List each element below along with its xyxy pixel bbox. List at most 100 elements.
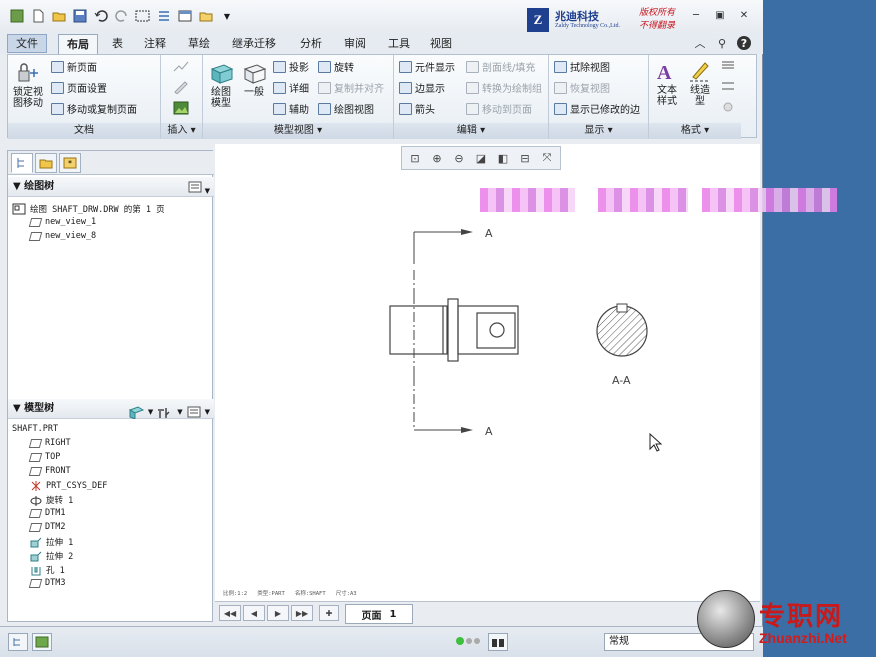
model-tree-item[interactable]: FRONT <box>28 466 71 476</box>
auxiliary-button[interactable]: 辅助 <box>273 101 309 116</box>
model-tree-item[interactable]: TOP <box>28 452 60 462</box>
open-folder-icon[interactable] <box>50 7 68 25</box>
undo-icon[interactable] <box>92 7 110 25</box>
minimize-icon[interactable]: ─ <box>689 8 703 22</box>
show-modified-edges-button[interactable]: 显示已修改的边 <box>554 101 640 116</box>
datum-plane-icon <box>28 452 43 462</box>
insert-line-button[interactable] <box>173 59 189 73</box>
model-tree-root[interactable]: SHAFT.PRT <box>12 424 58 434</box>
select-box-icon[interactable] <box>134 7 152 25</box>
drawing-tree-root[interactable]: 绘图 SHAFT_DRW.DRW 的第 1 页 <box>12 203 165 215</box>
model-tree-item[interactable]: 孔 1 <box>30 564 65 576</box>
group-model-views-label[interactable]: 模型视图 ▾ <box>203 123 393 139</box>
model-tree-item[interactable]: DTM1 <box>28 508 65 518</box>
navigator-panel: * ▼ 绘图树 ▼ 绘图 SHAFT_DRW.DRW 的第 1 页 new_vi… <box>7 150 214 622</box>
windows-icon[interactable] <box>176 7 194 25</box>
tab-annotate[interactable]: 注释 <box>136 34 174 54</box>
next-page-icon[interactable]: ▶ <box>267 605 289 621</box>
help-icon[interactable]: ? <box>737 36 751 50</box>
model-tree-item[interactable]: DTM3 <box>28 578 65 588</box>
detail-button[interactable]: 详细 <box>273 80 309 95</box>
app-menu-icon[interactable] <box>8 7 26 25</box>
tab-sketch[interactable]: 草绘 <box>180 34 218 54</box>
model-tree-settings-icon[interactable] <box>187 406 201 418</box>
tab-review[interactable]: 审阅 <box>336 34 374 54</box>
collapse-ribbon-icon[interactable]: ︿ <box>693 36 707 50</box>
model-display-icon[interactable] <box>128 405 144 419</box>
model-tree-item[interactable]: 旋转 1 <box>30 494 73 506</box>
drawing-tree-settings-icon[interactable]: ▼ <box>188 181 210 201</box>
tree-view-8[interactable]: new_view_8 <box>28 231 96 241</box>
group-insert-label[interactable]: 插入 ▾ <box>161 123 202 139</box>
close-window-icon[interactable] <box>197 7 215 25</box>
tab-folder-icon[interactable] <box>35 153 57 173</box>
hatch-button[interactable]: 剖面线/填充 <box>466 59 535 74</box>
erase-view-button[interactable]: 拭除视图 <box>554 59 610 74</box>
find-icon[interactable] <box>488 633 508 651</box>
tab-tree-icon[interactable] <box>11 153 33 173</box>
drawing-view-button[interactable]: 绘图视图 <box>318 101 374 116</box>
format-tool-2-icon[interactable] <box>721 80 735 92</box>
tools-icon[interactable] <box>157 406 173 419</box>
arrow-button[interactable]: 箭头 <box>399 101 435 116</box>
toggle-navigator-icon[interactable] <box>8 633 28 651</box>
prev-page-icon[interactable]: ◀ <box>243 605 265 621</box>
tab-legacy-migration[interactable]: 继承迁移 <box>224 34 284 54</box>
maximize-icon[interactable]: ▣ <box>713 8 727 22</box>
revolve-view-button[interactable]: 旋转 <box>318 59 354 74</box>
tab-file[interactable]: 文件 <box>7 34 47 53</box>
model-tree-header[interactable]: ▼ 模型树 ▼ ▼ ▼ <box>8 399 214 419</box>
first-page-icon[interactable]: ◀◀ <box>219 605 241 621</box>
insert-image-button[interactable] <box>173 101 189 115</box>
copy-align-button[interactable]: 复制并对齐 <box>318 80 384 95</box>
tab-favorites-icon[interactable]: * <box>59 153 81 173</box>
model-tree-item[interactable]: 拉伸 2 <box>30 550 73 562</box>
page-tab[interactable]: 页面 1 <box>345 604 413 624</box>
group-display-label[interactable]: 显示 ▾ <box>549 123 648 139</box>
lock-view-move-button[interactable]: 锁定视图移动 <box>11 61 45 109</box>
line-style-button[interactable]: 线造型 <box>685 59 715 107</box>
regenerate-icon[interactable] <box>155 7 173 25</box>
drawing-canvas[interactable]: ⊡ ⊕ ⊖ ◪ ◧ ⊟ ⤧ A A A-A 比例:1:2 类型:PART 名称:… <box>215 144 837 601</box>
model-tree-item[interactable]: DTM2 <box>28 522 65 532</box>
new-page-button[interactable]: 新页面 <box>51 59 97 74</box>
navigator-tabs: * <box>8 151 214 175</box>
move-copy-page-button[interactable]: 移动或复制页面 <box>51 101 137 116</box>
model-tree-item[interactable]: RIGHT <box>28 438 71 448</box>
format-tool-3-icon[interactable] <box>721 101 735 113</box>
save-icon[interactable] <box>71 7 89 25</box>
model-tree-item[interactable]: 拉伸 1 <box>30 536 73 548</box>
redo-icon[interactable] <box>113 7 131 25</box>
page-setup-button[interactable]: 页面设置 <box>51 80 107 95</box>
element-display-button[interactable]: 元件显示 <box>399 59 455 74</box>
group-format-label[interactable]: 格式 ▾ <box>649 123 741 139</box>
new-file-icon[interactable] <box>29 7 47 25</box>
close-icon[interactable]: ✕ <box>737 8 751 22</box>
text-style-button[interactable]: A 文本样式 <box>652 59 682 107</box>
tree-view-1[interactable]: new_view_1 <box>28 217 96 227</box>
group-edit-label[interactable]: 编辑 ▾ <box>394 123 548 139</box>
general-view-button[interactable]: 一般 <box>239 61 269 98</box>
toggle-browser-icon[interactable] <box>32 633 52 651</box>
tab-layout[interactable]: 布局 <box>58 34 98 54</box>
model-tree-tools: ▼ ▼ ▼ <box>128 402 210 422</box>
tab-view[interactable]: 视图 <box>422 34 460 54</box>
tab-tools[interactable]: 工具 <box>380 34 418 54</box>
search-icon[interactable]: ⚲ <box>715 36 729 50</box>
convert-group-button[interactable]: 转换为绘制组 <box>466 80 542 95</box>
projection-button[interactable]: 投影 <box>273 59 309 74</box>
move-to-page-button[interactable]: 移动到页面 <box>466 101 532 116</box>
model-tree-item-label: 拉伸 2 <box>46 552 74 562</box>
restore-view-button[interactable]: 恢复视图 <box>554 80 610 95</box>
add-page-icon[interactable]: ✚ <box>319 605 339 621</box>
drawing-tree-header[interactable]: ▼ 绘图树 ▼ <box>8 177 214 197</box>
last-page-icon[interactable]: ▶▶ <box>291 605 313 621</box>
qat-customize-icon[interactable]: ▼ <box>218 7 236 25</box>
tab-analysis[interactable]: 分析 <box>292 34 330 54</box>
edge-display-button[interactable]: 边显示 <box>399 80 445 95</box>
drawing-model-button[interactable]: 绘图模型 <box>206 61 236 109</box>
tab-table[interactable]: 表 <box>104 34 131 54</box>
insert-note-button[interactable] <box>173 80 189 94</box>
model-tree-item[interactable]: PRT_CSYS_DEF <box>30 480 107 491</box>
format-tool-1-icon[interactable] <box>721 59 735 71</box>
